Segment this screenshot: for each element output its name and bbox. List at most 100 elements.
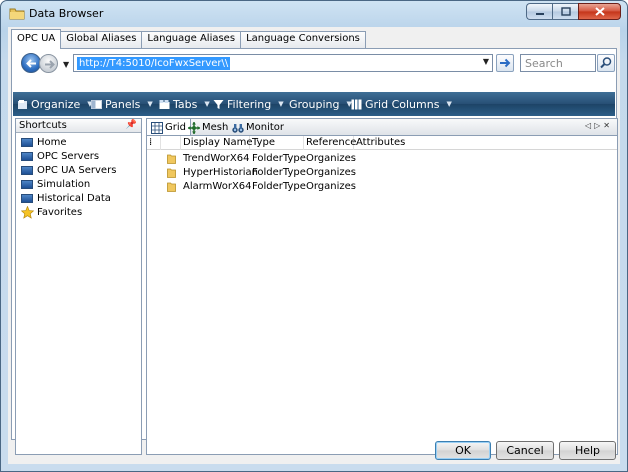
folder-icon <box>167 154 176 164</box>
data-browser-window: Data Browser OPC UA Global Aliases Langu… <box>0 0 628 472</box>
grouping-label: Grouping <box>289 97 340 111</box>
minimize-button[interactable] <box>526 3 552 20</box>
close-button[interactable] <box>578 3 621 20</box>
filtering-menu[interactable]: Filtering ▼ <box>213 96 284 112</box>
cell-type: FolderType <box>252 167 306 178</box>
tabs-dropdown-icon: ▼ <box>204 100 210 108</box>
pin-icon[interactable]: 📌 <box>126 119 137 132</box>
tab-global-aliases[interactable]: Global Aliases <box>60 31 143 48</box>
shortcut-opc-servers[interactable]: OPC Servers <box>21 149 141 163</box>
icon-column-header[interactable] <box>161 136 181 150</box>
column-type[interactable]: Type <box>250 136 304 150</box>
data-grid: ⁞ Display Name Type Reference Attributes… <box>146 135 618 455</box>
browser-view: Grid Mesh Monitor ◁▷✕ ⁞ Display Name Typ… <box>146 118 618 455</box>
shortcut-opc-ua-servers[interactable]: OPC UA Servers <box>21 163 141 177</box>
shortcut-label: Historical Data <box>37 192 111 204</box>
folder-icon <box>167 168 176 178</box>
tab-opc-ua[interactable]: OPC UA <box>11 29 62 49</box>
shortcut-label: Favorites <box>37 206 83 218</box>
shortcut-label: Home <box>37 136 67 148</box>
tab-scroll-controls[interactable]: ◁▷✕ <box>585 121 613 130</box>
window-title: Data Browser <box>29 7 104 20</box>
shortcut-home[interactable]: Home <box>21 135 141 149</box>
search-input[interactable] <box>523 56 595 71</box>
ok-button[interactable]: OK <box>435 441 491 460</box>
grid-columns-icon <box>351 99 362 109</box>
folder-view-icon <box>21 193 33 203</box>
grid-columns-label: Grid Columns <box>365 97 440 111</box>
client-area: OPC UA Global Aliases Language Aliases L… <box>8 27 620 464</box>
address-input[interactable]: http://T4:5010/IcoFwxServer\\ ▼ <box>73 54 493 72</box>
cell-reference: Organizes <box>306 167 357 178</box>
row-selector-header[interactable]: ⁞ <box>147 136 161 150</box>
forward-button[interactable] <box>39 54 58 73</box>
table-row[interactable]: TrendWorX64 FolderType Organizes <box>147 152 617 166</box>
shortcut-historical-data[interactable]: Historical Data <box>21 191 141 205</box>
column-attributes[interactable]: Attributes <box>354 136 454 150</box>
mesh-icon <box>188 121 200 134</box>
grid-columns-dropdown-icon: ▼ <box>446 100 452 108</box>
grouping-menu[interactable]: Grouping ▼ <box>289 96 352 112</box>
folder-app-icon <box>9 8 25 20</box>
tab-mesh[interactable]: Mesh <box>184 119 232 136</box>
cell-type: FolderType <box>252 181 306 192</box>
go-arrow-icon <box>500 58 511 68</box>
search-field[interactable] <box>520 54 596 72</box>
cell-display-name: TrendWorX64 <box>183 153 250 164</box>
folder-view-icon <box>21 165 33 175</box>
address-value: http://T4:5010/IcoFwxServer\\ <box>77 57 231 70</box>
shortcuts-list: Home OPC Servers OPC UA Servers Simulati… <box>16 133 141 219</box>
organize-label: Organize <box>31 97 81 111</box>
maximize-icon <box>560 7 571 16</box>
cell-type: FolderType <box>252 153 306 164</box>
command-toolbar: Organize ▼ Panels ▼ Tabs ▼ Filtering ▼ Group… <box>13 92 615 116</box>
top-tab-strip: OPC UA Global Aliases Language Aliases L… <box>11 29 366 49</box>
folder-view-icon <box>21 151 33 161</box>
panels-icon <box>91 99 102 109</box>
cancel-button[interactable]: Cancel <box>496 441 554 460</box>
back-button[interactable] <box>21 53 41 73</box>
organize-menu[interactable]: Organize ▼ <box>17 96 93 112</box>
shortcut-label: OPC Servers <box>37 150 100 162</box>
cell-reference: Organizes <box>306 181 357 192</box>
grid-icon <box>151 121 163 134</box>
address-dropdown-icon[interactable]: ▼ <box>483 57 489 66</box>
shortcut-favorites[interactable]: Favorites <box>21 205 141 219</box>
table-row[interactable]: HyperHistorian FolderType Organizes <box>147 166 617 180</box>
cell-reference: Organizes <box>306 153 357 164</box>
arrow-left-icon <box>26 59 36 68</box>
close-icon <box>594 7 605 16</box>
shortcut-simulation[interactable]: Simulation <box>21 177 141 191</box>
tab-monitor[interactable]: Monitor <box>228 119 288 136</box>
column-display-name[interactable]: Display Name <box>181 136 253 150</box>
search-button[interactable] <box>597 54 615 72</box>
tab-language-aliases[interactable]: Language Aliases <box>141 31 242 48</box>
grid-columns-menu[interactable]: Grid Columns ▼ <box>351 96 452 112</box>
cell-display-name: AlarmWorX64 <box>183 181 252 192</box>
table-row[interactable]: AlarmWorX64 FolderType Organizes <box>147 180 617 194</box>
panels-menu[interactable]: Panels ▼ <box>91 96 153 112</box>
cell-display-name: HyperHistorian <box>183 167 258 178</box>
address-row: ▼ http://T4:5010/IcoFwxServer\\ ▼ <box>17 51 615 76</box>
help-button[interactable]: Help <box>559 441 616 460</box>
maximize-button[interactable] <box>552 3 578 20</box>
title-bar[interactable]: Data Browser <box>1 1 627 27</box>
shortcuts-pane: Shortcuts 📌 Home OPC Servers OPC UA Serv… <box>15 118 142 455</box>
tab-language-conversions[interactable]: Language Conversions <box>240 31 366 48</box>
column-reference[interactable]: Reference <box>304 136 356 150</box>
folder-view-icon <box>21 137 33 147</box>
go-button[interactable] <box>496 54 514 72</box>
folder-view-icon <box>21 179 33 189</box>
arrow-right-icon <box>45 60 55 69</box>
tabs-menu[interactable]: Tabs ▼ <box>159 96 210 112</box>
tab-monitor-label: Monitor <box>246 122 285 133</box>
history-dropdown-icon[interactable]: ▼ <box>63 60 69 69</box>
view-tab-strip: Grid Mesh Monitor ◁▷✕ <box>146 118 618 136</box>
opc-ua-panel: ▼ http://T4:5010/IcoFwxServer\\ ▼ Search… <box>11 48 618 455</box>
panels-label: Panels <box>105 97 141 111</box>
minimize-icon <box>535 12 544 15</box>
binoculars-icon <box>232 123 244 133</box>
grid-header: ⁞ Display Name Type Reference Attributes <box>147 136 617 150</box>
search-icon <box>600 57 612 69</box>
panels-dropdown-icon: ▼ <box>147 100 153 108</box>
